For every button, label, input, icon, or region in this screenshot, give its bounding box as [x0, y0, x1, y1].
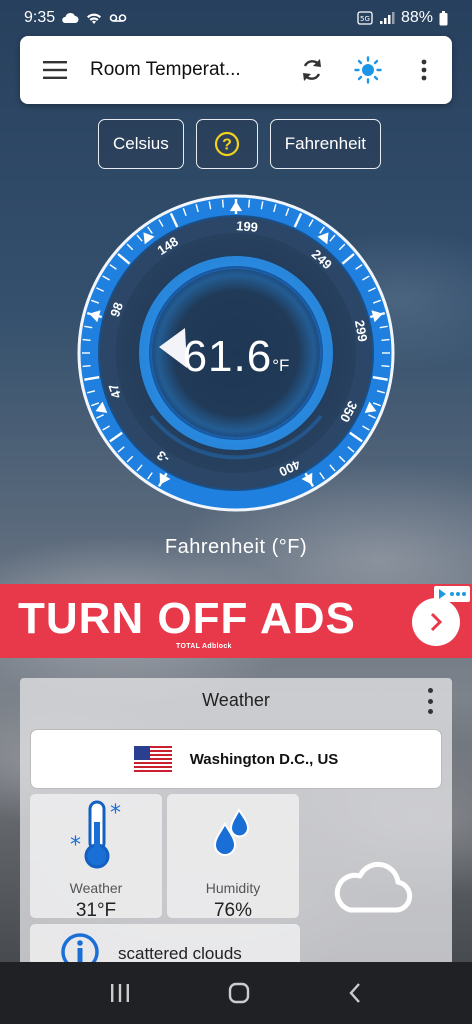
gauge-tick — [381, 338, 390, 341]
humidity-value: 76% — [213, 900, 253, 921]
water-drops-icon — [213, 808, 250, 856]
scale-label: Fahrenheit (°F) — [164, 536, 308, 558]
sun-icon — [354, 56, 382, 84]
dot-icon — [427, 688, 433, 693]
battery-percent: 88% — [400, 9, 433, 26]
more-horizontal-icon — [450, 592, 466, 596]
ad-brand: TOTAL Adblock — [176, 643, 232, 650]
ad-open-button[interactable] — [412, 598, 460, 646]
5g-icon: 5G — [357, 11, 373, 25]
theme-button[interactable] — [340, 42, 396, 98]
dot-icon — [427, 709, 433, 714]
temperature-tile: * * Weather 31°F — [30, 794, 162, 921]
refresh-icon — [303, 59, 321, 81]
gauge-tick — [221, 199, 224, 208]
ad-choices-icon — [439, 589, 446, 599]
status-left: 9:35 — [24, 9, 127, 27]
weather-more-button[interactable] — [422, 686, 438, 716]
us-flag-icon — [133, 746, 172, 772]
recent-apps-button[interactable] — [109, 983, 131, 1003]
weather-panel: Weather Washington D.C., US * * Weather … — [20, 678, 452, 968]
help-icon: ? — [214, 131, 239, 157]
chevron-right-icon — [430, 612, 443, 632]
menu-button[interactable] — [20, 61, 90, 79]
overflow-menu-button[interactable] — [396, 42, 452, 98]
status-time: 9:35 — [24, 9, 56, 26]
cloud-icon — [62, 12, 79, 23]
celsius-button[interactable]: Celsius — [98, 119, 184, 169]
svg-text:*: * — [70, 833, 81, 858]
battery-icon — [439, 10, 448, 25]
refresh-button[interactable] — [284, 42, 340, 98]
location-selector[interactable]: Washington D.C., US — [30, 729, 442, 789]
home-button[interactable] — [228, 982, 250, 1004]
location-name: Washington D.C., US — [189, 750, 339, 768]
gauge-tick — [381, 365, 390, 368]
gauge-tick — [82, 338, 91, 341]
temperature-gauge: -34798148199249299350400 — [77, 194, 395, 512]
humidity-label: Humidity — [205, 880, 261, 896]
thermometer-icon: * * — [70, 800, 121, 869]
dot-icon — [427, 698, 433, 704]
status-bar: 9:35 5G 88% — [0, 0, 472, 36]
hamburger-menu-icon — [43, 61, 67, 79]
svg-text:*: * — [110, 801, 121, 826]
humidity-tile: Humidity 76% — [167, 794, 299, 921]
svg-text:5G: 5G — [360, 15, 370, 23]
app-title: Room Temperat... — [90, 59, 241, 80]
gauge-tick — [248, 199, 251, 208]
gauge-tick-label: 199 — [236, 218, 259, 235]
ad-banner[interactable]: TURN OFF ADS TOTAL Adblock — [0, 584, 472, 658]
ad-choices[interactable] — [434, 586, 470, 602]
status-right: 5G 88% — [357, 9, 448, 27]
svg-text:?: ? — [222, 137, 232, 154]
voicemail-icon — [109, 14, 127, 22]
cloud-weather-icon — [334, 861, 413, 913]
wifi-icon — [87, 13, 102, 24]
temperature-tile-label: Weather — [69, 880, 123, 896]
more-vertical-icon — [421, 59, 427, 81]
temperature-tile-value: 31°F — [75, 900, 117, 921]
back-button[interactable] — [347, 982, 363, 1004]
weather-title: Weather — [202, 690, 270, 710]
weather-description: scattered clouds — [118, 944, 242, 963]
fahrenheit-button[interactable]: Fahrenheit — [269, 119, 382, 169]
system-nav-bar — [0, 962, 472, 1024]
app-toolbar: Room Temperat... — [20, 36, 452, 104]
ad-headline: TURN OFF ADS — [18, 594, 356, 643]
unit-selector: Celsius ? Fahrenheit — [98, 119, 382, 169]
signal-icon — [379, 12, 395, 24]
help-button[interactable]: ? — [195, 119, 258, 169]
gauge-tick — [82, 365, 91, 368]
